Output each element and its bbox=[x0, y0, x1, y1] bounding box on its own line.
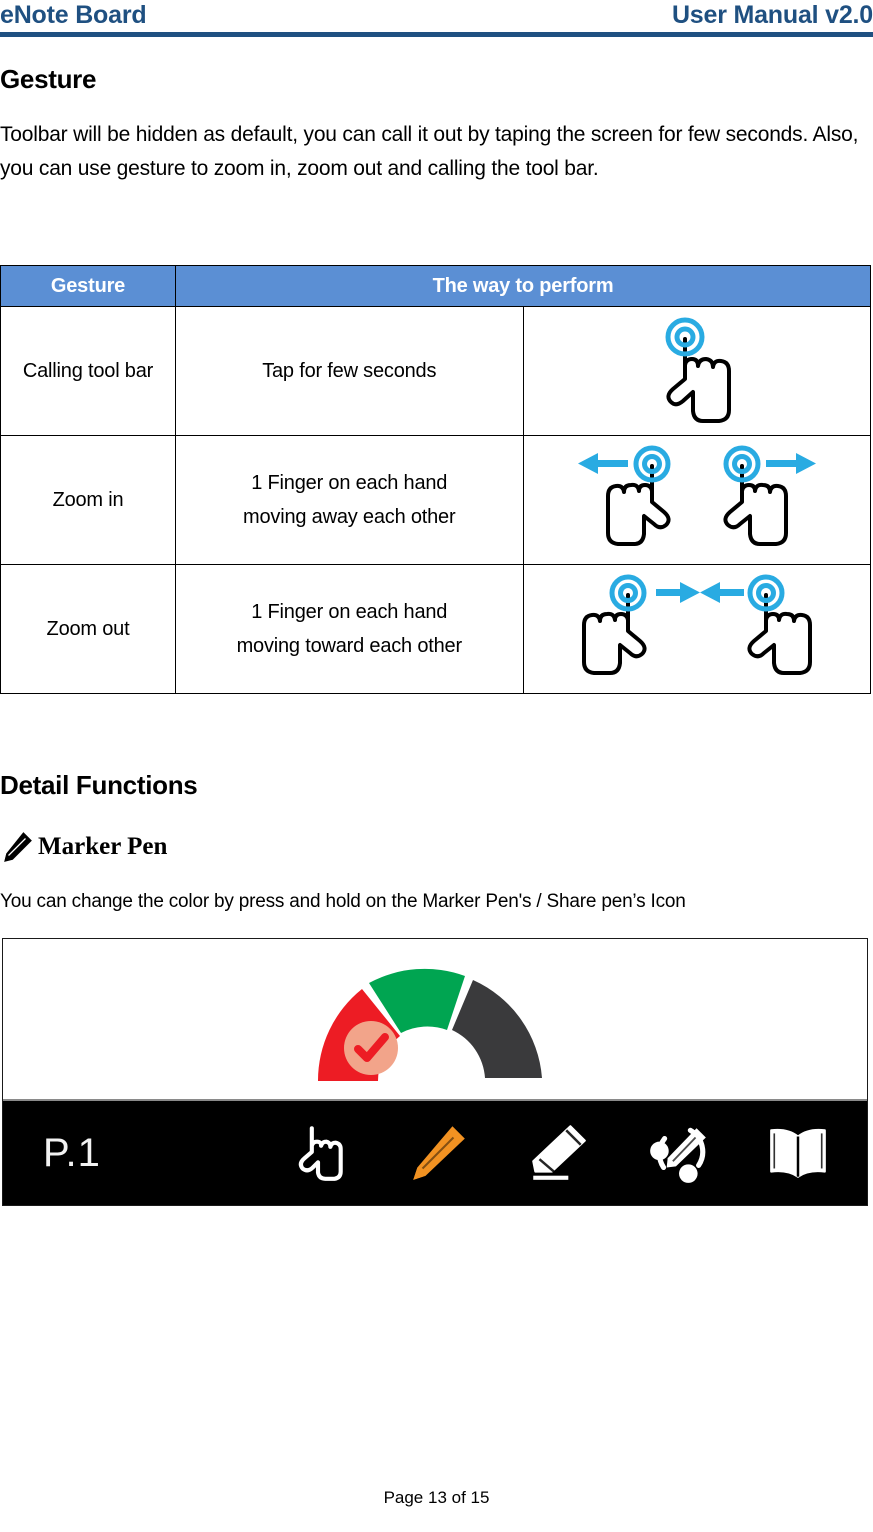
gesture-name-cell: Calling tool bar bbox=[0, 306, 176, 436]
selected-check-icon bbox=[344, 1021, 398, 1075]
gesture-section-heading: Gesture bbox=[0, 64, 97, 94]
device-canvas bbox=[3, 939, 867, 1097]
dark-color-swatch bbox=[452, 980, 542, 1078]
arrow-right-inward bbox=[655, 582, 700, 603]
device-toolbar: P.1 bbox=[3, 1099, 867, 1205]
arrow-left-inward bbox=[699, 582, 744, 603]
select-hand-icon[interactable] bbox=[285, 1120, 351, 1186]
gesture-table: Gesture The way to perform Calling tool … bbox=[0, 265, 871, 694]
book-icon[interactable] bbox=[765, 1120, 831, 1186]
perform-line-2: moving toward each other bbox=[236, 635, 463, 657]
eraser-icon[interactable] bbox=[525, 1120, 591, 1186]
document-title: eNote Board bbox=[0, 1, 147, 29]
toolbar-icon-group bbox=[285, 1120, 831, 1186]
perform-line-1: Tap for few seconds bbox=[262, 360, 437, 382]
gesture-name-cell: Zoom in bbox=[0, 435, 176, 565]
device-screenshot-figure: P.1 bbox=[2, 938, 868, 1206]
header-divider bbox=[0, 32, 873, 37]
two-hands-pinch-icon bbox=[581, 574, 812, 675]
gesture-perform-cell: 1 Finger on each hand moving away each o… bbox=[175, 435, 524, 565]
table-row: Zoom in 1 Finger on each hand moving awa… bbox=[0, 435, 871, 565]
column-header-gesture: Gesture bbox=[0, 265, 176, 307]
gesture-intro-paragraph: Toolbar will be hidden as default, you c… bbox=[0, 123, 859, 180]
document-version: User Manual v2.0 bbox=[671, 1, 873, 29]
perform-line-1: 1 Finger on each hand bbox=[251, 472, 448, 494]
share-pen-icon[interactable] bbox=[645, 1120, 711, 1186]
detail-functions-heading: Detail Functions bbox=[0, 770, 198, 800]
marker-pen-label: Marker Pen bbox=[38, 833, 168, 860]
page-number-indicator[interactable]: P.1 bbox=[43, 1131, 101, 1176]
marker-pen-description: You can change the color by press and ho… bbox=[0, 891, 686, 912]
two-hands-spread-icon bbox=[577, 445, 816, 546]
gesture-figure-cell bbox=[522, 564, 871, 694]
arrow-left bbox=[577, 453, 628, 474]
marker-pen-subheading: Marker Pen bbox=[0, 826, 167, 868]
perform-line-2: moving away each other bbox=[243, 506, 456, 528]
table-row: Calling tool bar Tap for few seconds bbox=[0, 306, 871, 436]
one-finger-tap-icon bbox=[665, 317, 731, 423]
marker-pen-icon[interactable] bbox=[405, 1120, 471, 1186]
column-header-way-to-perform: The way to perform bbox=[175, 265, 871, 307]
perform-line-1: 1 Finger on each hand bbox=[251, 601, 448, 623]
color-picker-fan[interactable] bbox=[285, 941, 585, 1093]
gesture-name-cell: Zoom out bbox=[0, 564, 176, 694]
table-header-row: Gesture The way to perform bbox=[0, 265, 871, 307]
pencil-icon bbox=[4, 832, 32, 862]
table-row: Zoom out 1 Finger on each hand moving to… bbox=[0, 564, 871, 694]
gesture-perform-cell: Tap for few seconds bbox=[175, 306, 524, 436]
gesture-figure-cell bbox=[522, 306, 871, 436]
arrow-right bbox=[765, 453, 816, 474]
page-footer: Page 13 of 15 bbox=[383, 1488, 490, 1507]
gesture-perform-cell: 1 Finger on each hand moving toward each… bbox=[175, 564, 524, 694]
gesture-figure-cell bbox=[522, 435, 871, 565]
document-page: eNote Board User Manual v2.0 Gesture Too… bbox=[0, 0, 873, 1532]
